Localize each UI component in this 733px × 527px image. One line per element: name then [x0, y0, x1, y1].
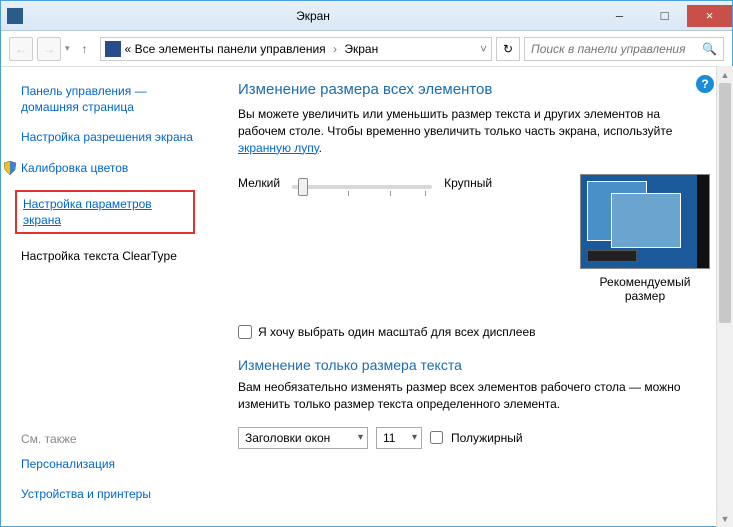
forward-button[interactable]: → [37, 37, 61, 61]
preview-label: Рекомендуемый размер [580, 275, 710, 303]
see-also-label: См. также [21, 432, 151, 446]
sidebar-resolution-link[interactable]: Настройка разрешения экрана [21, 129, 206, 145]
search-icon[interactable]: 🔍 [702, 42, 717, 56]
sidebar-screen-params-link[interactable]: Настройка параметров экрана [23, 196, 187, 228]
maximize-button[interactable]: □ [642, 5, 687, 27]
single-scale-row: Я хочу выбрать один масштаб для всех дис… [238, 325, 710, 339]
slider-max-label: Крупный [444, 174, 492, 190]
help-button[interactable]: ? [696, 75, 714, 93]
bold-checkbox[interactable] [430, 431, 443, 444]
single-scale-label: Я хочу выбрать один масштаб для всех дис… [258, 325, 536, 339]
size-slider-row: Мелкий Крупный Рекомендуемый размер [238, 174, 710, 303]
slider-thumb[interactable] [298, 178, 308, 196]
size-slider[interactable] [292, 176, 432, 198]
window-title: Экран [29, 9, 597, 23]
see-also-section: См. также Персонализация Устройства и пр… [21, 432, 151, 516]
scrollbar[interactable]: ▲ ▼ [716, 66, 733, 527]
description-text-only: Вам необязательно изменять размер всех э… [238, 379, 710, 413]
preview-box: Рекомендуемый размер [580, 174, 710, 303]
close-button[interactable]: × [687, 5, 732, 27]
preview-image [580, 174, 710, 269]
breadcrumb-root[interactable]: « [125, 42, 132, 56]
sidebar-home-link[interactable]: Панель управления — домашняя страница [21, 83, 206, 115]
location-icon [105, 41, 121, 57]
slider-min-label: Мелкий [238, 174, 280, 190]
breadcrumb-item[interactable]: Все элементы панели управления [135, 42, 326, 56]
text-size-controls: Заголовки окон 11 Полужирный [238, 427, 710, 449]
single-scale-checkbox[interactable] [238, 325, 252, 339]
breadcrumb-sep: › [333, 42, 337, 56]
app-icon [7, 8, 23, 24]
bold-label: Полужирный [451, 431, 523, 445]
sidebar-personalization-link[interactable]: Персонализация [21, 456, 151, 472]
highlighted-item: Настройка параметров экрана [15, 190, 195, 234]
window-controls: – □ × [597, 5, 732, 27]
sidebar-calibration-link[interactable]: Калибровка цветов [21, 160, 128, 176]
scroll-up-button[interactable]: ▲ [717, 66, 733, 83]
breadcrumb: « Все элементы панели управления › Экран [125, 42, 476, 56]
history-dropdown-icon[interactable]: ▾ [65, 43, 70, 54]
up-button[interactable]: ↑ [74, 38, 96, 60]
desc-text: Вы можете увеличить или уменьшить размер… [238, 107, 672, 138]
sidebar: Панель управления — домашняя страница На… [1, 67, 216, 526]
search-box[interactable]: 🔍 [524, 37, 724, 61]
sidebar-cleartype-link[interactable]: Настройка текста ClearType [21, 248, 206, 264]
size-select[interactable]: 11 [376, 427, 422, 449]
navbar: ← → ▾ ↑ « Все элементы панели управления… [1, 31, 732, 67]
heading-resize-all: Изменение размера всех элементов [238, 81, 710, 98]
breadcrumb-item[interactable]: Экран [344, 42, 378, 56]
address-bar[interactable]: « Все элементы панели управления › Экран… [100, 37, 492, 61]
element-select[interactable]: Заголовки окон [238, 427, 368, 449]
address-dropdown-icon[interactable]: ˅ [480, 42, 487, 56]
main-content: ? Изменение размера всех элементов Вы мо… [216, 67, 732, 526]
back-button[interactable]: ← [9, 37, 33, 61]
scroll-down-button[interactable]: ▼ [717, 510, 733, 527]
heading-text-only: Изменение только размера текста [238, 357, 710, 373]
titlebar: Экран – □ × [1, 1, 732, 31]
desc-text-end: . [319, 141, 322, 155]
scroll-thumb[interactable] [719, 83, 731, 323]
sidebar-devices-link[interactable]: Устройства и принтеры [21, 486, 151, 502]
description: Вы можете увеличить или уменьшить размер… [238, 106, 710, 156]
refresh-button[interactable]: ↻ [496, 37, 520, 61]
search-input[interactable] [531, 42, 702, 56]
shield-icon [3, 161, 17, 175]
body: Панель управления — домашняя страница На… [1, 67, 732, 526]
minimize-button[interactable]: – [597, 5, 642, 27]
magnifier-link[interactable]: экранную лупу [238, 141, 319, 155]
